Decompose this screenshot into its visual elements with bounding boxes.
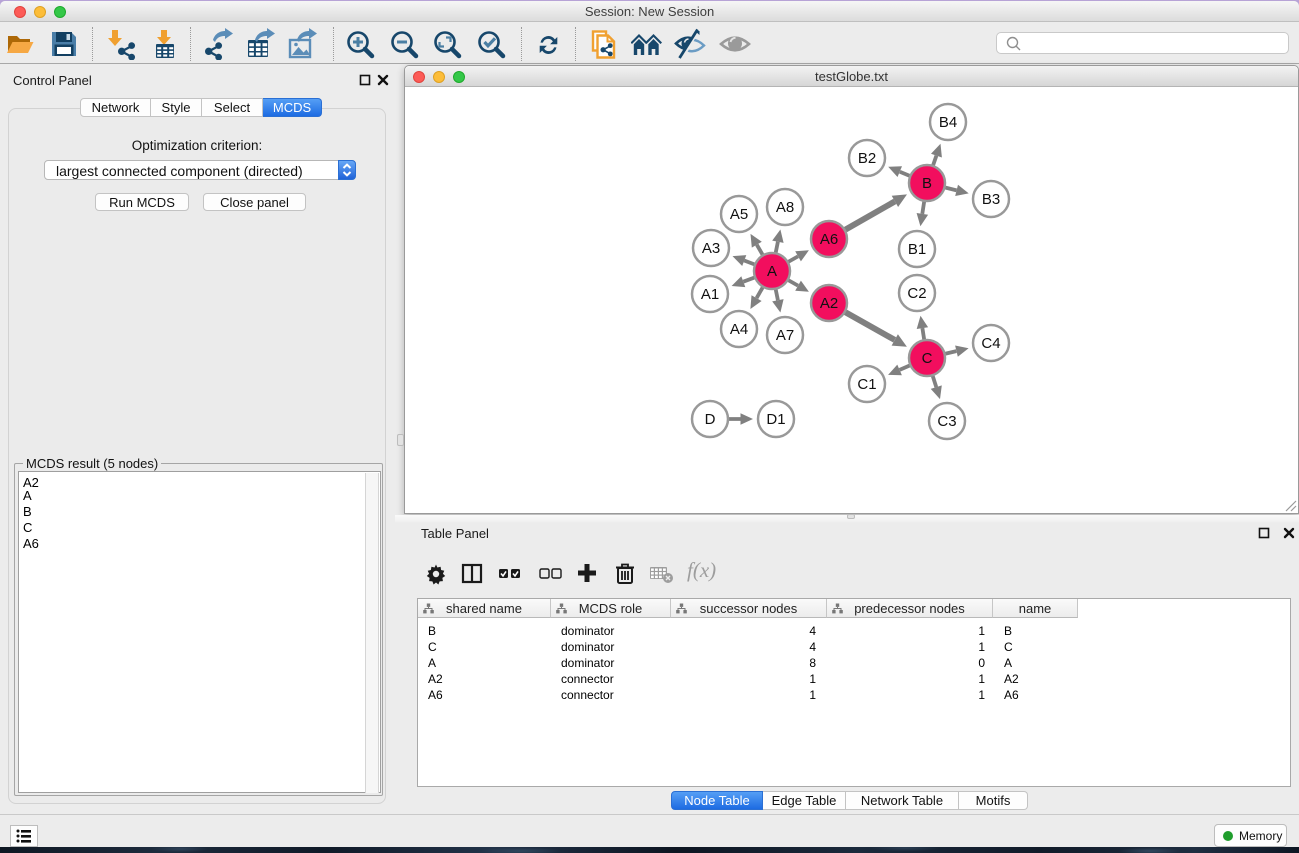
svg-text:A1: A1: [701, 286, 719, 303]
svg-text:B4: B4: [939, 114, 957, 131]
svg-text:A8: A8: [776, 199, 794, 216]
svg-text:B1: B1: [908, 241, 926, 258]
svg-text:A7: A7: [776, 327, 794, 344]
svg-text:C2: C2: [907, 285, 926, 302]
svg-text:B2: B2: [858, 150, 876, 167]
svg-text:A5: A5: [730, 206, 748, 223]
svg-text:C1: C1: [857, 376, 876, 393]
svg-text:D1: D1: [766, 411, 785, 428]
svg-text:A: A: [767, 263, 777, 280]
svg-text:A3: A3: [702, 240, 720, 257]
svg-text:C3: C3: [937, 413, 956, 430]
svg-text:C4: C4: [981, 335, 1000, 352]
svg-text:A4: A4: [730, 321, 748, 338]
svg-text:B: B: [922, 175, 932, 192]
svg-text:B3: B3: [982, 191, 1000, 208]
svg-text:A6: A6: [820, 231, 838, 248]
svg-text:A2: A2: [820, 295, 838, 312]
svg-text:D: D: [705, 411, 716, 428]
svg-text:C: C: [922, 350, 933, 367]
